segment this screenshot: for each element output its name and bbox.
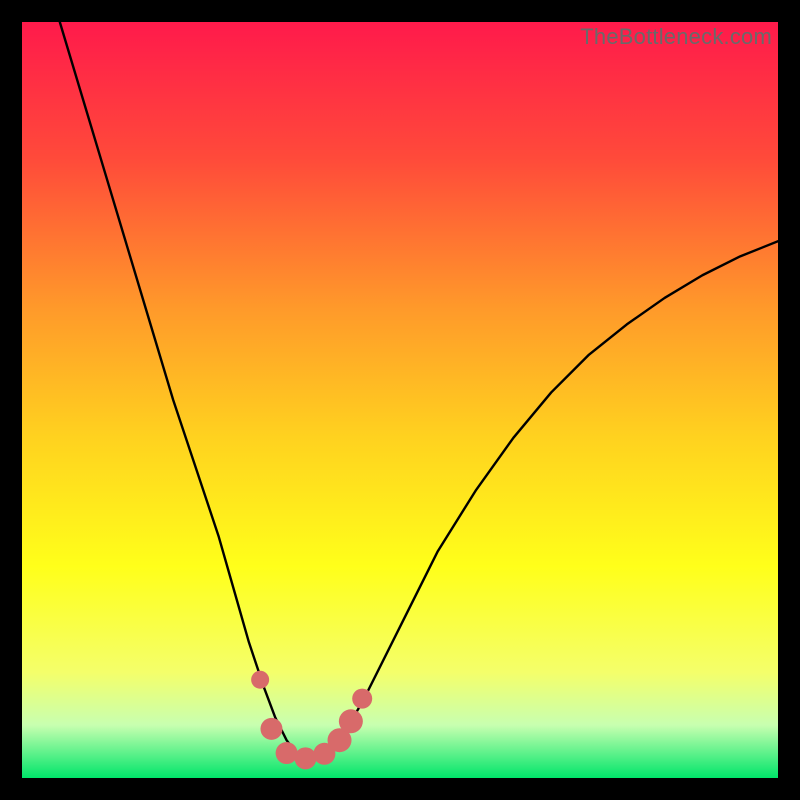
marker-point: [276, 742, 298, 764]
marker-point: [260, 718, 282, 740]
watermark-text: TheBottleneck.com: [580, 24, 772, 50]
chart-frame: TheBottleneck.com: [22, 22, 778, 778]
marker-point: [352, 689, 372, 709]
gradient-background: [22, 22, 778, 778]
marker-point: [251, 671, 269, 689]
marker-point: [339, 709, 363, 733]
marker-point: [295, 747, 317, 769]
bottleneck-chart: [22, 22, 778, 778]
